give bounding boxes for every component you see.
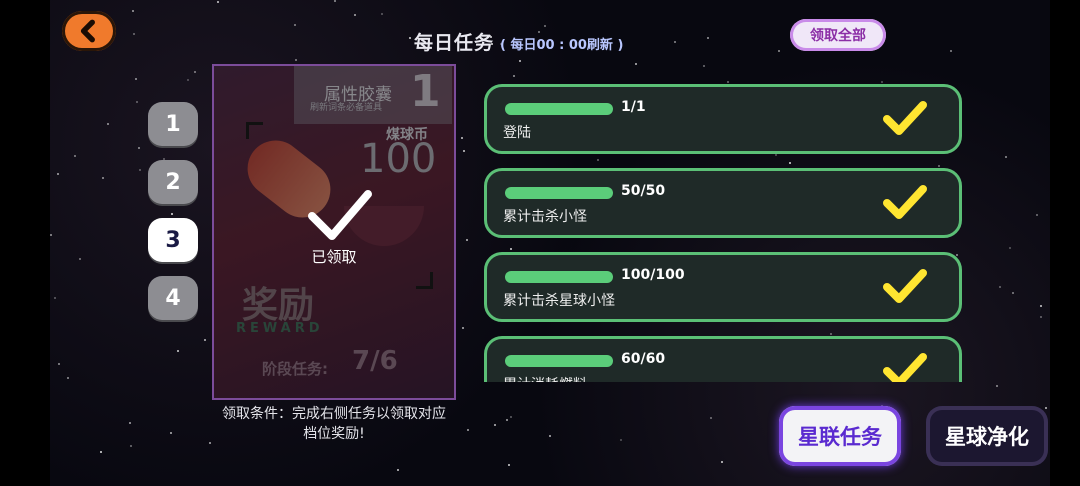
- star: [333, 0, 336, 2]
- chevron-left-icon: [80, 19, 95, 43]
- star: [620, 438, 623, 441]
- star: [101, 177, 104, 180]
- progress-text: 100/100: [621, 267, 685, 283]
- star: [138, 146, 141, 149]
- star: [380, 13, 383, 16]
- star: [998, 285, 1001, 288]
- star: [1035, 213, 1038, 216]
- star-alliance-task-button[interactable]: 星联任务: [779, 406, 901, 466]
- page-title: 每日任务: [414, 32, 495, 54]
- progress-text: 50/50: [621, 183, 666, 199]
- star: [726, 80, 729, 83]
- task-name: 累计击杀小怪: [503, 209, 587, 225]
- frame-corner: [246, 122, 263, 139]
- frame-corner: [416, 272, 433, 289]
- claim-condition: 领取条件：完成右侧任务以领取对应档位奖励!: [222, 406, 446, 442]
- checkmark-icon: [308, 190, 372, 240]
- claim-all-button[interactable]: 领取全部: [790, 19, 886, 51]
- star: [129, 444, 132, 447]
- task-list[interactable]: 1/1 登陆 50/50 累计击杀小怪 100/100 累计击杀星球小怪 60/…: [482, 84, 968, 382]
- task-item: 100/100 累计击杀星球小怪: [484, 252, 962, 322]
- progress-text: 1/1: [621, 99, 646, 115]
- star: [465, 238, 468, 241]
- tier-tab-1[interactable]: 1: [148, 102, 198, 146]
- left-letterbox: [0, 0, 50, 486]
- progress-text: 60/60: [621, 351, 666, 367]
- star: [57, 172, 59, 175]
- task-item: 50/50 累计击杀小怪: [484, 168, 962, 238]
- star: [1039, 304, 1042, 307]
- star: [548, 435, 551, 438]
- star: [544, 24, 547, 27]
- star: [880, 80, 883, 83]
- tier-tab-4[interactable]: 4: [148, 276, 198, 320]
- star: [100, 450, 103, 453]
- star: [170, 431, 173, 434]
- star: [193, 70, 196, 73]
- progress-bar: [505, 187, 613, 199]
- header: 每日任务 ( 每日00 : 00刷新 ): [414, 28, 623, 55]
- claimed-label: 已领取: [311, 248, 357, 266]
- progress-bar: [505, 103, 613, 115]
- star: [131, 10, 134, 13]
- reward-card[interactable]: 属性胶囊 刷新词条必备道具 1 煤球币 100 奖励 REWARD 阶段任务: …: [212, 64, 456, 400]
- star: [128, 421, 131, 424]
- star: [720, 461, 723, 464]
- star: [177, 349, 180, 352]
- planet-purify-button[interactable]: 星球净化: [926, 406, 1048, 466]
- task-name: 登陆: [503, 125, 531, 141]
- task-item: 1/1 登陆: [484, 84, 962, 154]
- right-letterbox: [1050, 0, 1080, 486]
- star: [778, 49, 781, 52]
- refresh-note: ( 每日00 : 00刷新 ): [500, 38, 624, 53]
- star: [512, 75, 515, 78]
- task-name: 累计消耗燃料: [503, 374, 587, 382]
- checkmark-icon: [883, 269, 927, 303]
- back-button[interactable]: [62, 11, 116, 51]
- checkmark-icon: [883, 185, 927, 219]
- star: [50, 233, 53, 236]
- progress-bar: [505, 271, 613, 283]
- star: [186, 79, 189, 81]
- star: [132, 32, 135, 35]
- star: [396, 469, 399, 472]
- checkmark-icon: [883, 101, 927, 135]
- tier-tab-3[interactable]: 3: [148, 218, 198, 262]
- task-item: 60/60 累计消耗燃料: [484, 336, 962, 382]
- star: [494, 423, 496, 426]
- progress-bar: [505, 355, 613, 367]
- star: [460, 136, 463, 139]
- star: [78, 257, 81, 260]
- star: [462, 149, 465, 152]
- tier-tab-2[interactable]: 2: [148, 160, 198, 204]
- checkmark-icon: [883, 353, 927, 382]
- task-name: 累计击杀星球小怪: [503, 293, 615, 309]
